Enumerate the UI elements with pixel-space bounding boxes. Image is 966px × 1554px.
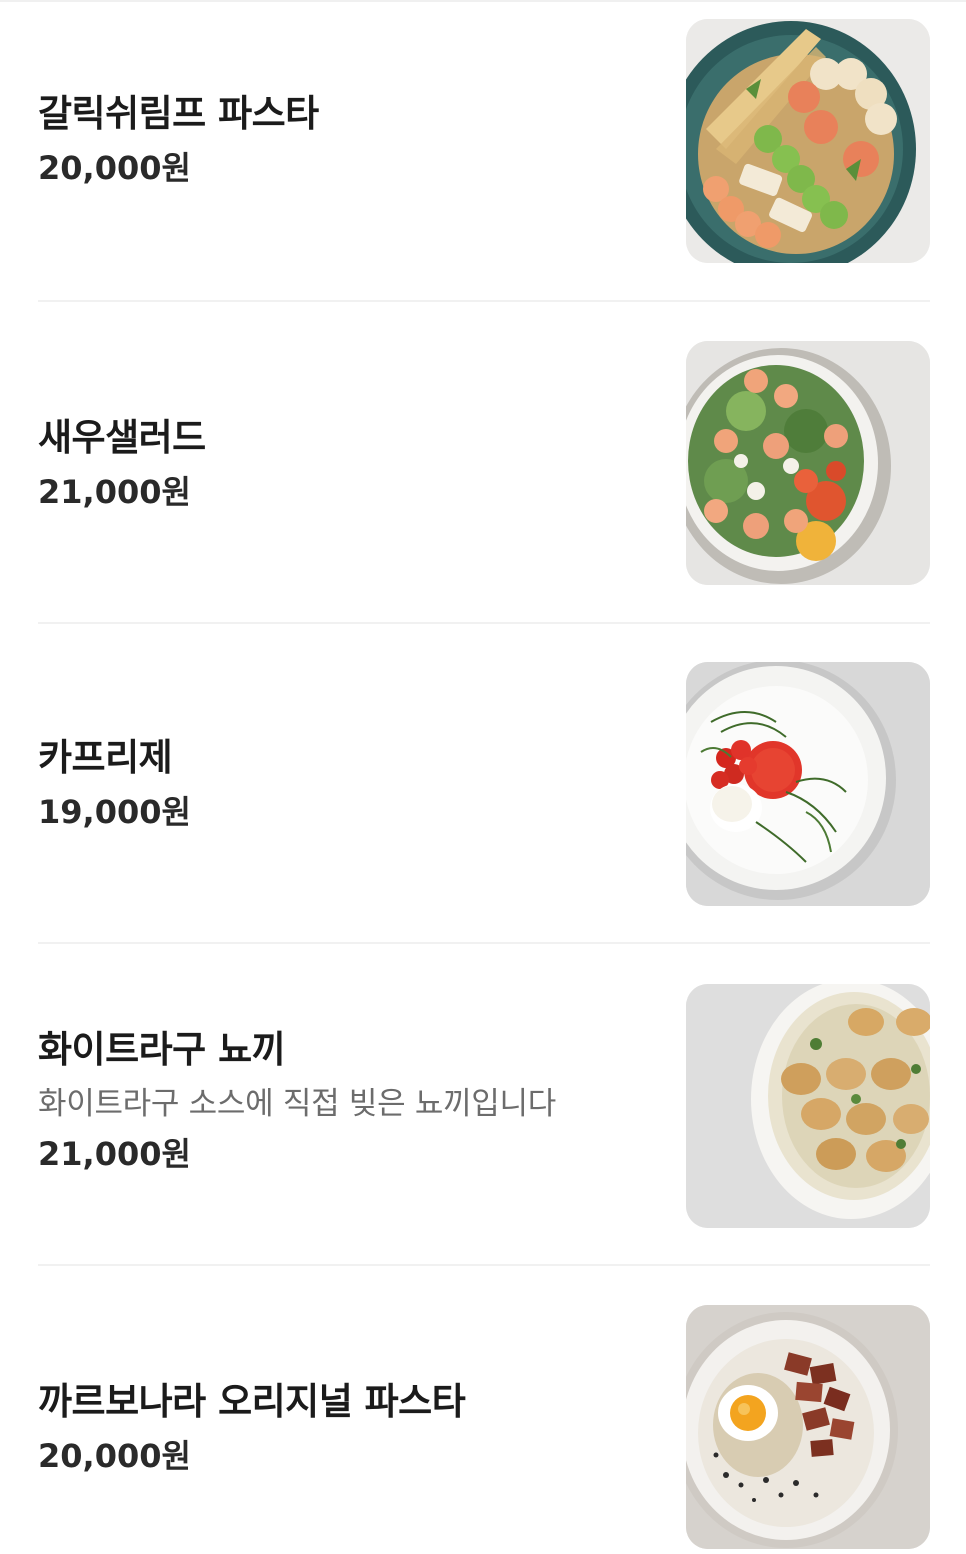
white-ragu-gnocchi-photo[interactable] <box>686 984 930 1228</box>
menu-item-name: 까르보나라 오리지널 파스타 <box>38 1380 466 1423</box>
shrimp-salad-photo[interactable] <box>686 341 930 585</box>
menu-item-text: 화이트라구 뇨끼 화이트라구 소스에 직접 빚은 뇨끼입니다 21,000원 <box>38 1028 658 1174</box>
menu-item-garlic-shrimp-pasta[interactable]: 갈릭쉬림프 파스타 20,000원 <box>0 0 966 302</box>
menu-item-white-ragu-gnocchi[interactable]: 화이트라구 뇨끼 화이트라구 소스에 직접 빚은 뇨끼입니다 21,000원 <box>0 944 966 1266</box>
food-photo-image <box>686 341 930 585</box>
menu-item-price: 19,000원 <box>38 793 191 831</box>
garlic-shrimp-pasta-photo[interactable] <box>686 19 930 263</box>
menu-item-name: 화이트라구 뇨끼 <box>38 1028 286 1071</box>
food-photo-image <box>686 19 930 263</box>
food-photo-image <box>686 1305 930 1549</box>
menu-item-text: 갈릭쉬림프 파스타 20,000원 <box>38 92 658 188</box>
menu-item-price: 20,000원 <box>38 149 191 187</box>
menu-item-text: 까르보나라 오리지널 파스타 20,000원 <box>38 1380 658 1476</box>
menu-item-carbonara-original-pasta[interactable]: 까르보나라 오리지널 파스타 20,000원 <box>0 1266 966 1554</box>
menu-item-name: 새우샐러드 <box>38 416 206 459</box>
menu-item-name: 카프리제 <box>38 736 173 779</box>
food-photo-image <box>686 662 930 906</box>
menu-item-description: 화이트라구 소스에 직접 빚은 뇨끼입니다 <box>38 1086 556 1122</box>
menu-item-text: 카프리제 19,000원 <box>38 736 658 832</box>
menu-item-price: 21,000원 <box>38 1135 191 1173</box>
menu-item-text: 새우샐러드 21,000원 <box>38 416 658 512</box>
menu-item-name: 갈릭쉬림프 파스타 <box>38 92 319 135</box>
carbonara-original-pasta-photo[interactable] <box>686 1305 930 1549</box>
menu-item-shrimp-salad[interactable]: 새우샐러드 21,000원 <box>0 302 966 624</box>
food-photo-image <box>686 984 930 1228</box>
menu-item-caprese[interactable]: 카프리제 19,000원 <box>0 624 966 944</box>
menu-item-price: 20,000원 <box>38 1437 191 1475</box>
caprese-photo[interactable] <box>686 662 930 906</box>
menu-item-price: 21,000원 <box>38 473 191 511</box>
menu-list: 갈릭쉬림프 파스타 20,000원 새우샐러드 21,000원 카프리제 19,… <box>0 0 966 1554</box>
